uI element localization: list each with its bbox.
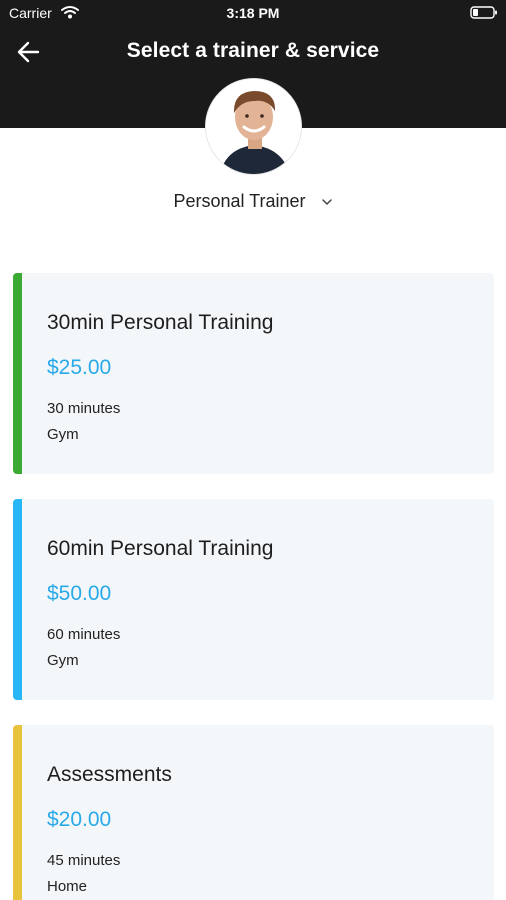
status-time: 3:18 PM xyxy=(226,5,280,21)
chevron-down-icon xyxy=(321,199,332,206)
service-name: Assessments xyxy=(47,763,172,786)
service-price: $25.00 xyxy=(47,356,112,379)
service-price: $20.00 xyxy=(47,808,112,831)
service-location: Gym xyxy=(47,426,79,443)
service-price: $50.00 xyxy=(47,582,112,605)
service-card-30min[interactable]: 30min Personal Training $25.00 30 minute… xyxy=(13,273,494,474)
service-duration: 30 minutes xyxy=(47,400,121,417)
service-card-assessments[interactable]: Assessments $20.00 45 minutes Home xyxy=(13,725,494,900)
trainer-avatar[interactable] xyxy=(205,78,302,175)
card-accent-bar xyxy=(13,273,22,474)
service-name: 30min Personal Training xyxy=(47,311,274,334)
card-accent-bar xyxy=(13,725,22,900)
service-duration: 60 minutes xyxy=(47,626,121,643)
trainer-dropdown[interactable]: Personal Trainer xyxy=(150,191,356,215)
page-title: Select a trainer & service xyxy=(126,39,380,62)
card-accent-bar xyxy=(13,499,22,700)
service-name: 60min Personal Training xyxy=(47,537,274,560)
battery-icon xyxy=(470,6,497,19)
service-duration: 45 minutes xyxy=(47,852,121,869)
service-card-60min[interactable]: 60min Personal Training $50.00 60 minute… xyxy=(13,499,494,700)
service-location: Home xyxy=(47,878,88,895)
trainer-dropdown-label: Personal Trainer xyxy=(173,191,306,211)
service-location: Gym xyxy=(47,652,79,669)
trainer-photo xyxy=(206,79,301,174)
status-bar: Carrier 3:18 PM xyxy=(0,0,506,28)
